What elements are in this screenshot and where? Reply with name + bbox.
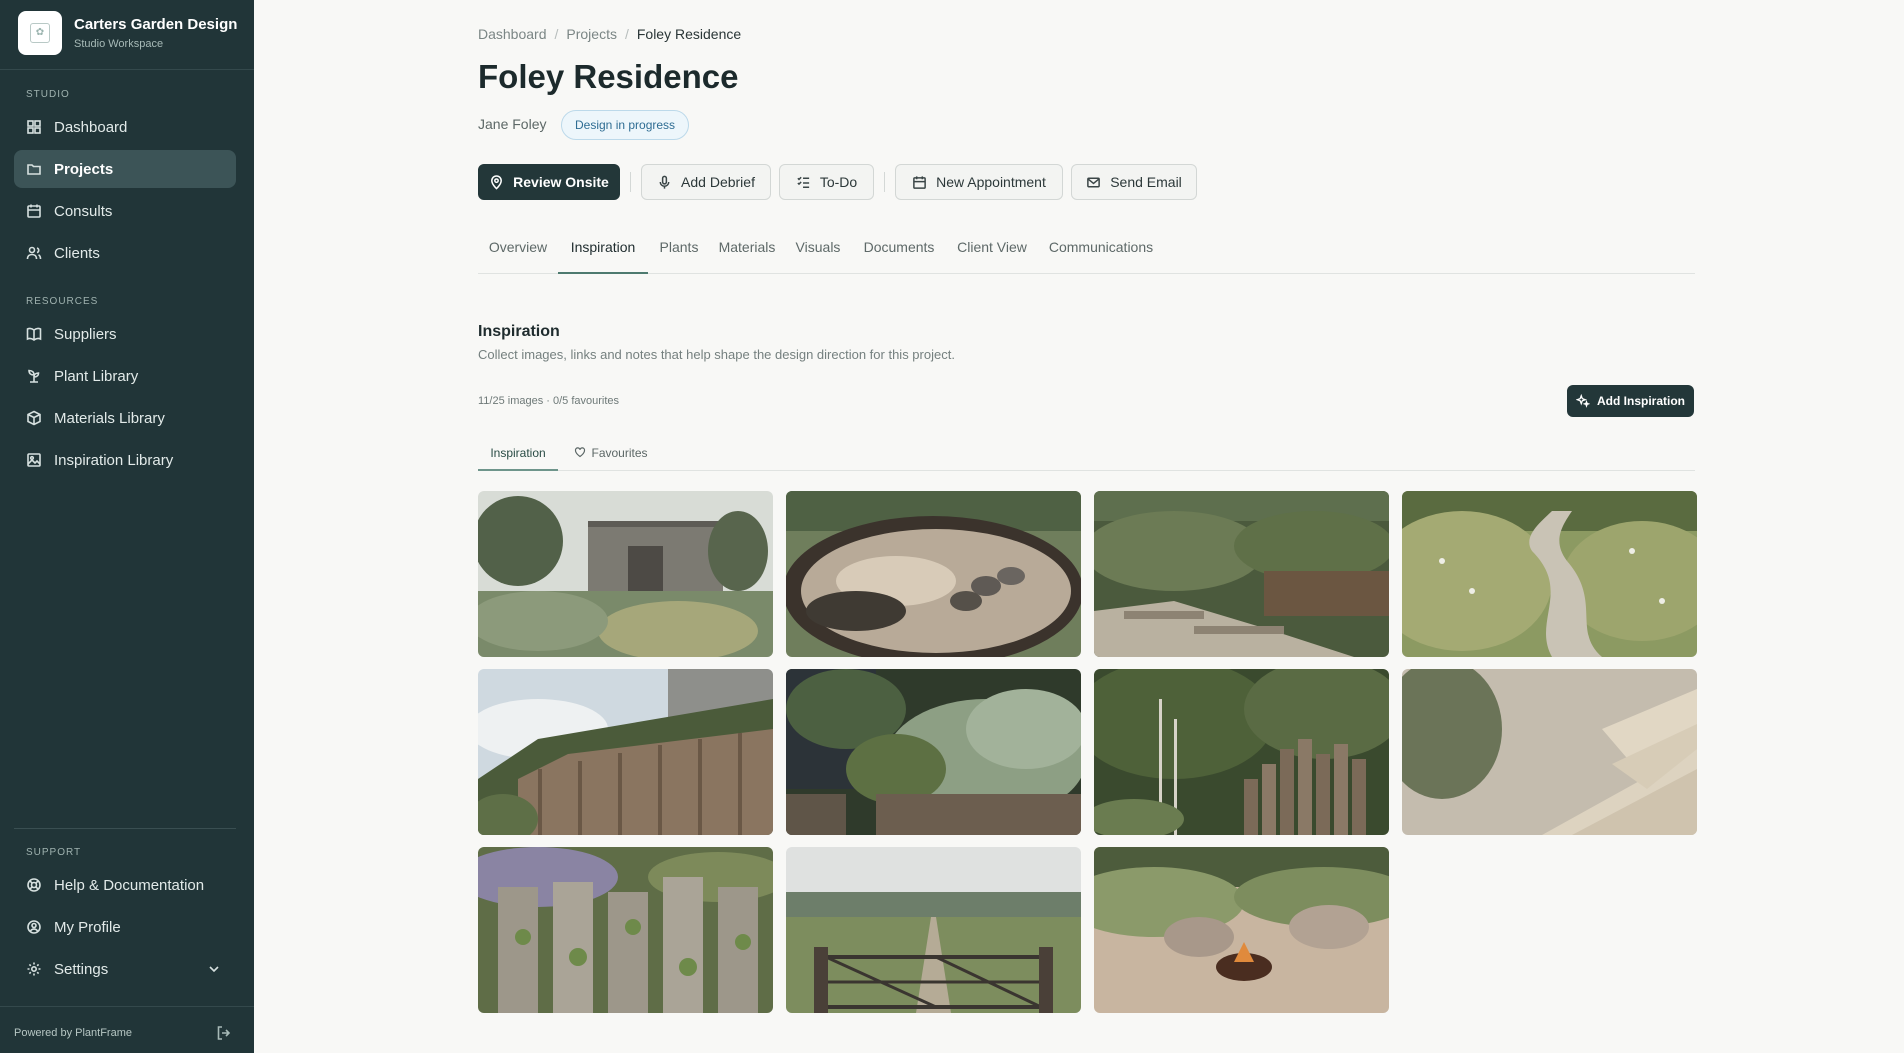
section-label-resources: RESOURCES xyxy=(26,296,99,307)
new-appointment-button[interactable]: New Appointment xyxy=(895,164,1063,200)
gallery-image[interactable] xyxy=(478,491,773,657)
sprout-icon xyxy=(28,369,40,383)
sidebar-item-label: Materials Library xyxy=(54,409,165,427)
todo-button[interactable]: To-Do xyxy=(779,164,874,200)
image-icon xyxy=(27,453,41,467)
gallery-image[interactable] xyxy=(1402,669,1697,835)
section-description: Collect images, links and notes that hel… xyxy=(478,347,955,362)
sidebar-item-suppliers[interactable]: Suppliers xyxy=(14,315,236,353)
section-label-support: SUPPORT xyxy=(26,847,82,858)
dashboard-icon xyxy=(27,120,41,134)
toolbar-divider xyxy=(630,172,631,192)
checklist-icon xyxy=(797,176,809,188)
tab-visuals[interactable]: Visuals xyxy=(784,236,852,274)
gallery-image[interactable] xyxy=(786,669,1081,835)
gallery-image[interactable] xyxy=(478,847,773,1013)
project-tabs: Overview Inspiration Plants Materials Vi… xyxy=(478,236,1695,274)
sidebar-item-help[interactable]: Help & Documentation xyxy=(14,866,236,904)
tab-plants[interactable]: Plants xyxy=(648,236,710,274)
sidebar-item-label: Clients xyxy=(54,244,100,262)
book-icon xyxy=(26,327,42,342)
sidebar: ✿ Carters Garden Design Studio Workspace… xyxy=(0,0,254,1053)
breadcrumb-projects[interactable]: Projects xyxy=(566,26,617,42)
action-toolbar: Review Onsite Add Debrief To-Do New Appo… xyxy=(478,164,1378,200)
powered-by: Powered by PlantFrame xyxy=(14,1027,132,1039)
sidebar-item-clients[interactable]: Clients xyxy=(14,234,236,272)
section-label-studio: STUDIO xyxy=(26,89,70,100)
user-circle-icon xyxy=(27,920,41,934)
heart-icon xyxy=(575,447,586,458)
subtab-favourites[interactable]: Favourites xyxy=(566,440,656,471)
sidebar-item-label: Suppliers xyxy=(54,325,117,343)
tab-communications[interactable]: Communications xyxy=(1038,236,1164,274)
sparkle-icon xyxy=(1576,394,1590,408)
breadcrumb-dashboard[interactable]: Dashboard xyxy=(478,26,547,42)
status-badge: Design in progress xyxy=(561,110,690,140)
add-debrief-button[interactable]: Add Debrief xyxy=(641,164,771,200)
tab-inspiration[interactable]: Inspiration xyxy=(558,236,648,274)
mail-icon xyxy=(1087,177,1101,187)
sidebar-item-label: Settings xyxy=(54,960,109,978)
sidebar-item-label: My Profile xyxy=(54,918,121,936)
sidebar-item-projects[interactable]: Projects xyxy=(14,150,236,188)
review-onsite-button[interactable]: Review Onsite xyxy=(478,164,620,200)
tab-materials[interactable]: Materials xyxy=(710,236,784,274)
microphone-icon xyxy=(659,175,670,189)
sidebar-item-label: Plant Library xyxy=(54,367,139,385)
tab-documents[interactable]: Documents xyxy=(852,236,946,274)
page-title: Foley Residence xyxy=(478,58,739,95)
chevron-down-icon[interactable] xyxy=(206,961,222,977)
client-name[interactable]: Jane Foley xyxy=(478,116,546,132)
sidebar-item-consults[interactable]: Consults xyxy=(14,192,236,230)
lifebuoy-icon xyxy=(27,878,41,892)
sidebar-item-settings[interactable]: Settings xyxy=(14,950,236,988)
tab-client-view[interactable]: Client View xyxy=(946,236,1038,274)
brand-name: Carters Garden Design xyxy=(74,16,238,33)
sidebar-divider xyxy=(14,828,236,829)
inspiration-subtabs: Inspiration Favourites xyxy=(478,440,1695,471)
sidebar-item-inspiration-library[interactable]: Inspiration Library xyxy=(14,441,236,479)
gallery-image[interactable] xyxy=(1094,847,1389,1013)
add-inspiration-button[interactable]: Add Inspiration xyxy=(1567,385,1694,417)
subtab-inspiration[interactable]: Inspiration xyxy=(478,440,558,471)
calendar-plus-icon xyxy=(913,175,926,189)
gallery-image[interactable] xyxy=(786,491,1081,657)
sidebar-item-label: Projects xyxy=(54,160,114,178)
breadcrumb: Dashboard / Projects / Foley Residence xyxy=(478,26,742,42)
toolbar-divider xyxy=(884,172,885,192)
breadcrumb-current: Foley Residence xyxy=(636,26,742,42)
image-counts: 11/25 images · 0/5 favourites xyxy=(478,395,620,407)
sidebar-footer: Powered by PlantFrame xyxy=(0,1006,254,1053)
logout-icon[interactable] xyxy=(216,1025,232,1041)
users-icon xyxy=(26,246,42,260)
sidebar-item-my-profile[interactable]: My Profile xyxy=(14,908,236,946)
section-title: Inspiration xyxy=(478,323,560,340)
sidebar-item-label: Inspiration Library xyxy=(54,451,174,469)
folder-icon xyxy=(27,164,41,175)
calendar-icon xyxy=(27,204,41,218)
sidebar-item-label: Consults xyxy=(54,202,113,220)
gallery-image[interactable] xyxy=(478,669,773,835)
sidebar-item-label: Dashboard xyxy=(54,118,128,136)
brand-logo: ✿ xyxy=(18,11,62,55)
gallery-image[interactable] xyxy=(786,847,1081,1013)
send-email-button[interactable]: Send Email xyxy=(1071,164,1197,200)
sidebar-item-dashboard[interactable]: Dashboard xyxy=(14,108,236,146)
tab-overview[interactable]: Overview xyxy=(478,236,558,274)
gallery-image[interactable] xyxy=(1094,669,1389,835)
brand-header[interactable]: ✿ Carters Garden Design Studio Workspace xyxy=(0,0,254,70)
package-icon xyxy=(27,410,41,426)
sidebar-item-materials-library[interactable]: Materials Library xyxy=(14,399,236,437)
sidebar-item-label: Help & Documentation xyxy=(54,876,205,894)
sidebar-item-plant-library[interactable]: Plant Library xyxy=(14,357,236,395)
map-pin-icon xyxy=(491,174,503,190)
brand-subtitle: Studio Workspace xyxy=(74,38,164,50)
gallery-image[interactable] xyxy=(1094,491,1389,657)
gear-icon xyxy=(27,962,41,976)
gallery-image[interactable] xyxy=(1402,491,1697,657)
